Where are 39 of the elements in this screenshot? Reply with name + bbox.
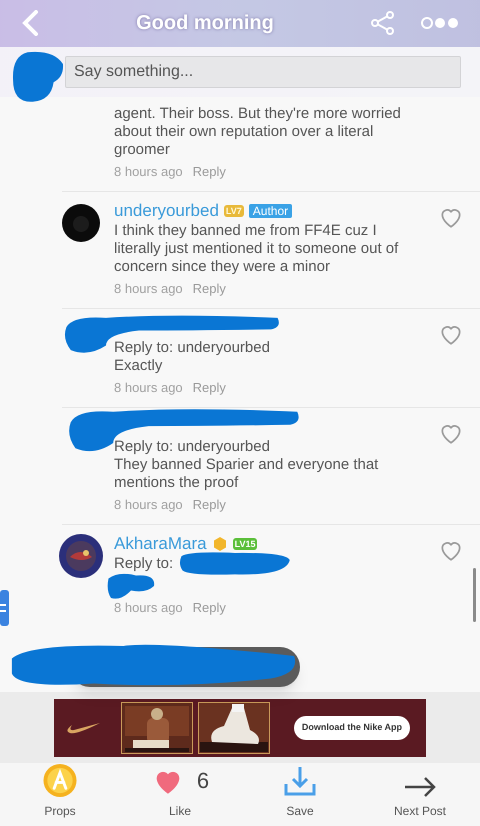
swoosh-logo-icon — [66, 720, 100, 735]
comment-text: agent. Their boss. But they're more worried about their own reputation over a literal groomer — [114, 104, 402, 159]
save-button[interactable]: Save — [240, 762, 360, 824]
reply-button[interactable]: Reply — [192, 598, 226, 617]
comment-input[interactable]: Say something... — [65, 56, 461, 88]
username[interactable]: underyourbed — [114, 202, 219, 220]
next-button[interactable]: Next Post — [360, 762, 480, 824]
like-button[interactable]: 6 Like — [120, 762, 240, 824]
username[interactable]: AkharaMara — [114, 534, 207, 553]
arrow-right-icon — [403, 776, 437, 798]
page-title: Good morning — [135, 11, 275, 36]
author-tag: Author — [248, 204, 292, 218]
comment-text: They banned Sparier and everyone that mentions the proof — [114, 456, 380, 492]
comment-time: 8 hours ago — [114, 598, 183, 617]
level-badge: LV15 — [232, 538, 258, 550]
comment-text: I think they banned me from FF4E cuz I literally just mentioned it to someone out of concern since they were a minor — [114, 222, 400, 276]
scrollbar — [473, 568, 476, 622]
ad-banner[interactable]: Download the Nike App — [54, 698, 426, 757]
comment-time: 8 hours ago — [114, 496, 183, 514]
share-icon[interactable] — [370, 10, 396, 36]
comment-text: Exactly — [114, 356, 164, 375]
reply-button[interactable]: Reply — [192, 280, 226, 298]
redaction-scribble — [12, 50, 64, 103]
back-icon[interactable] — [20, 10, 40, 36]
side-tab-icon[interactable] — [0, 590, 9, 626]
ad-download-button[interactable]: Download the Nike App — [294, 716, 410, 740]
reply-button[interactable]: Reply — [192, 378, 226, 397]
reply-to-text: Reply to: underyourbed — [114, 338, 270, 357]
more-icon[interactable] — [420, 16, 460, 30]
comment-time: 8 hours ago — [114, 162, 183, 181]
reply-button[interactable]: Reply — [192, 496, 226, 514]
comment-time: 8 hours ago — [114, 280, 183, 298]
reply-button[interactable]: Reply — [192, 162, 226, 181]
comment-time: 8 hours ago — [114, 378, 183, 397]
props-button[interactable]: Props — [0, 762, 120, 824]
like-count: 6 — [196, 767, 210, 796]
reply-to-text: Reply to: — [114, 554, 174, 573]
reply-to-text: Reply to: underyourbed — [114, 438, 270, 456]
level-badge: LV7 — [224, 204, 244, 217]
